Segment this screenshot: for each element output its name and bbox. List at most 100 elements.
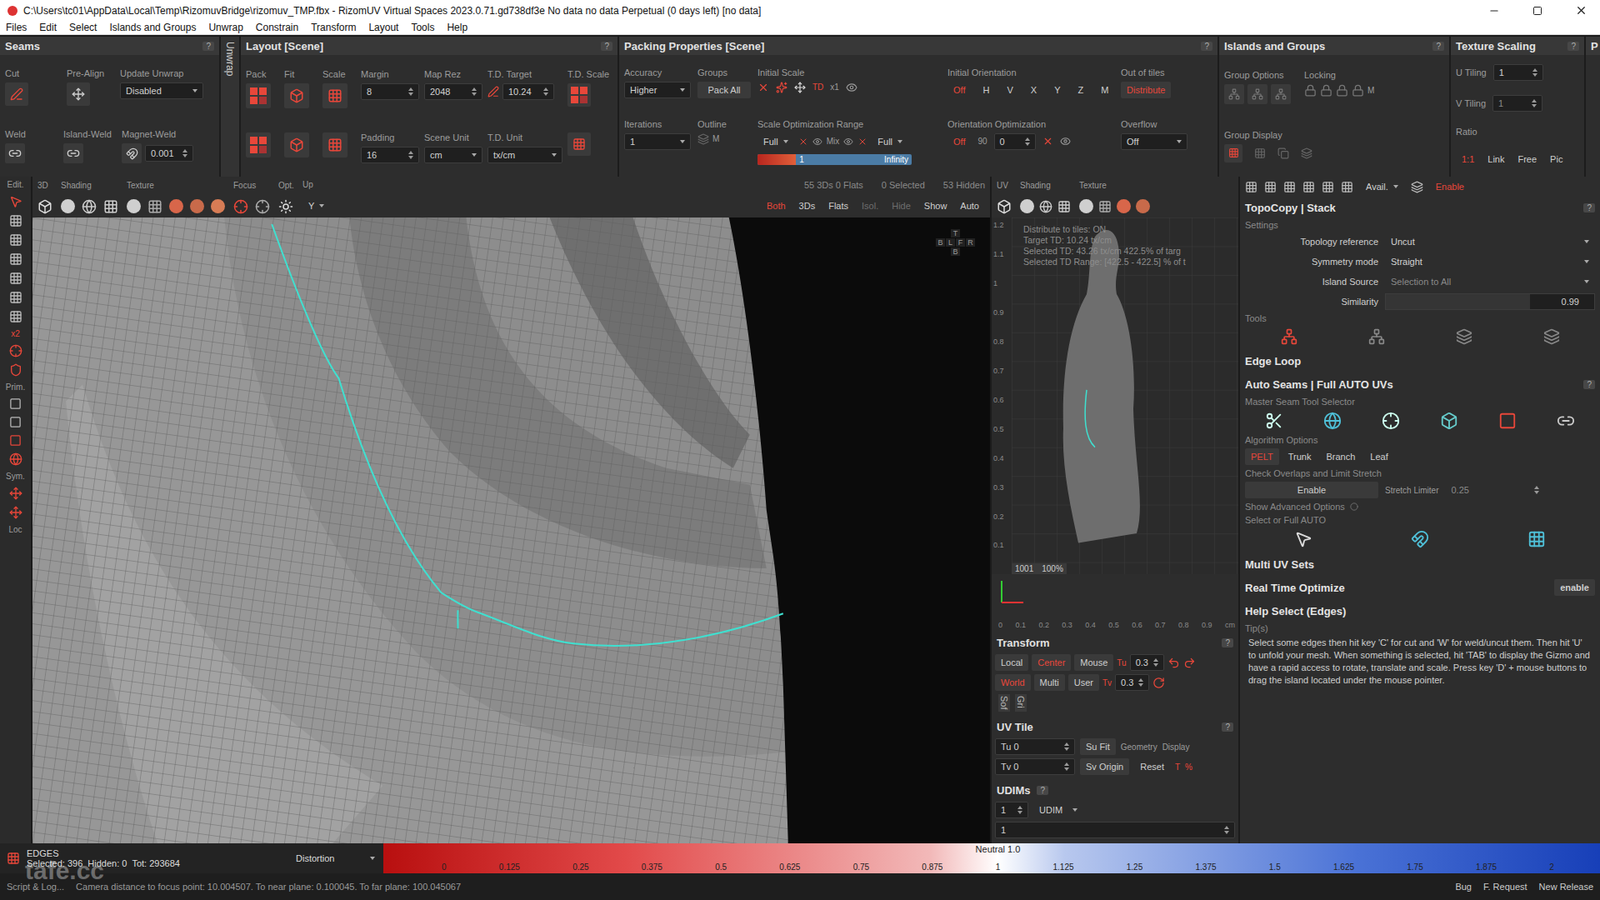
update-unwrap-dropdown[interactable]: Disabled xyxy=(120,82,204,100)
help-button[interactable]: ? xyxy=(1583,203,1595,213)
map-rez-field[interactable]: 2048 xyxy=(424,83,483,100)
algorithm-button[interactable]: PELT xyxy=(1245,448,1280,465)
tile-u-field[interactable]: Tu 0 xyxy=(995,738,1075,755)
lock-icon[interactable] xyxy=(1320,84,1333,97)
side-tab[interactable]: Sof xyxy=(998,694,1010,712)
space-button[interactable]: User xyxy=(1068,674,1100,691)
selection-mode-icon[interactable] xyxy=(9,252,23,266)
rotate-icon[interactable] xyxy=(1152,676,1165,690)
uv-frame-icon[interactable] xyxy=(996,199,1012,215)
scale-button[interactable] xyxy=(322,83,348,109)
picker-icon[interactable] xyxy=(487,85,500,98)
range-max-dropdown[interactable]: Full xyxy=(871,133,909,150)
algorithm-button[interactable]: Trunk xyxy=(1282,448,1318,465)
pack-button[interactable] xyxy=(245,83,271,109)
select-icon[interactable] xyxy=(9,195,23,209)
padding-field[interactable]: 16 xyxy=(360,146,420,164)
lock-icon[interactable] xyxy=(1304,84,1317,97)
max-reset-icon[interactable] xyxy=(857,136,868,147)
stack-icon[interactable] xyxy=(1410,180,1424,194)
side-tab[interactable]: Gri xyxy=(1015,694,1027,712)
help-button[interactable]: ? xyxy=(600,41,613,51)
primitive-icon[interactable] xyxy=(9,397,22,410)
focus-icon[interactable] xyxy=(233,199,249,215)
visibility-button[interactable]: Both xyxy=(760,197,792,215)
uv-shading-icon[interactable] xyxy=(1020,199,1035,214)
td-unit-dropdown[interactable]: tx/cm xyxy=(487,146,563,164)
minimize-button[interactable] xyxy=(1475,0,1514,21)
menu-item[interactable]: Unwrap xyxy=(208,21,243,34)
pivot-button[interactable]: Local xyxy=(995,654,1029,671)
visibility-button[interactable]: Show xyxy=(918,197,954,215)
u-tiling-field[interactable]: 1 xyxy=(1493,64,1544,81)
tv-field[interactable]: 0.3 xyxy=(1115,674,1150,691)
range-min-dropdown[interactable]: Full xyxy=(757,133,795,150)
menu-item[interactable]: Edit xyxy=(39,21,57,34)
outline-icon[interactable] xyxy=(697,133,710,145)
primitive-icon[interactable] xyxy=(9,434,22,447)
scale-groups-button[interactable] xyxy=(322,132,348,158)
symmetry-axis-icon[interactable] xyxy=(9,505,23,520)
scene-unit-dropdown[interactable]: cm xyxy=(424,146,483,164)
uv-texture-orange-icon[interactable] xyxy=(1135,199,1150,214)
uv-texture-red-icon[interactable] xyxy=(1116,199,1131,214)
fit-groups-button[interactable] xyxy=(284,132,310,158)
ratio-option[interactable]: 1:1 xyxy=(1455,150,1480,168)
orientation-off-button[interactable]: Off xyxy=(947,81,971,99)
align-tool-icon[interactable] xyxy=(1264,180,1277,194)
weld-button[interactable] xyxy=(5,143,25,164)
orientation-axis-button[interactable]: H xyxy=(976,81,995,99)
setting-dropdown[interactable]: Uncut xyxy=(1385,233,1595,250)
visibility-button[interactable]: Isol. xyxy=(855,197,885,215)
skeleton-icon[interactable] xyxy=(1381,411,1400,430)
udim-mode-dropdown[interactable]: UDIM xyxy=(1033,801,1084,819)
auto-unwrap-icon[interactable] xyxy=(1410,530,1430,549)
udim-u-field[interactable]: 1 xyxy=(995,801,1029,819)
tile-v-field[interactable]: Tv 0 xyxy=(995,758,1075,775)
auto-select-icon[interactable] xyxy=(1294,530,1313,549)
link-seam-icon[interactable] xyxy=(1556,411,1575,430)
td-apply-button[interactable] xyxy=(567,132,591,156)
undo-icon[interactable] xyxy=(1167,656,1180,670)
accuracy-dropdown[interactable]: Higher xyxy=(624,81,691,99)
reset-button[interactable]: Reset xyxy=(1134,758,1170,775)
menu-item[interactable]: Layout xyxy=(368,21,399,34)
range-reset-icon[interactable] xyxy=(798,136,809,147)
pelt-icon[interactable] xyxy=(1265,411,1284,430)
setting-dropdown[interactable]: Selection to All xyxy=(1385,273,1595,290)
align-tool-icon[interactable] xyxy=(1302,180,1315,194)
copy-icon[interactable] xyxy=(1277,147,1290,160)
space-button[interactable]: World xyxy=(995,674,1031,691)
menu-item[interactable]: Select xyxy=(69,21,97,34)
tu-field[interactable]: 0.3 xyxy=(1130,654,1165,671)
texture-alt-icon[interactable] xyxy=(210,199,225,214)
selection-mode-icon[interactable] xyxy=(9,271,23,285)
ratio-option[interactable]: Link xyxy=(1481,150,1510,168)
maximize-button[interactable] xyxy=(1518,0,1557,21)
help-button[interactable]: ? xyxy=(202,41,215,51)
orientation-axis-button[interactable]: Y xyxy=(1048,81,1066,99)
scale-move-icon[interactable] xyxy=(794,81,806,94)
group-option-button[interactable] xyxy=(1270,84,1291,105)
frame-icon[interactable] xyxy=(37,199,53,215)
algorithm-button[interactable]: Leaf xyxy=(1364,448,1394,465)
eye-icon[interactable] xyxy=(845,81,858,94)
checker-icon[interactable] xyxy=(147,199,163,215)
view-cube[interactable]: TBLFRB xyxy=(935,229,975,256)
group-option-button[interactable] xyxy=(1224,84,1245,105)
help-button[interactable]: ? xyxy=(1221,722,1234,732)
grid-shading-icon[interactable] xyxy=(103,199,119,215)
uv-texture-icon[interactable] xyxy=(1079,199,1094,214)
box-seam-icon[interactable] xyxy=(1440,411,1459,430)
grid-icon[interactable] xyxy=(1254,147,1266,160)
range-eye-icon[interactable] xyxy=(812,136,823,147)
advanced-toggle-icon[interactable] xyxy=(1350,502,1359,511)
pack-groups-button[interactable] xyxy=(245,132,271,158)
orientation-value-field[interactable]: 0 xyxy=(994,133,1036,150)
mix-eye-icon[interactable] xyxy=(843,136,854,147)
space-button[interactable]: Multi xyxy=(1034,674,1065,691)
uv-wire-icon[interactable] xyxy=(1039,200,1053,214)
visibility-button[interactable]: Hide xyxy=(885,197,917,215)
footer-link[interactable]: New Release xyxy=(1539,881,1594,892)
udim-v-field[interactable]: 1 xyxy=(995,821,1235,839)
